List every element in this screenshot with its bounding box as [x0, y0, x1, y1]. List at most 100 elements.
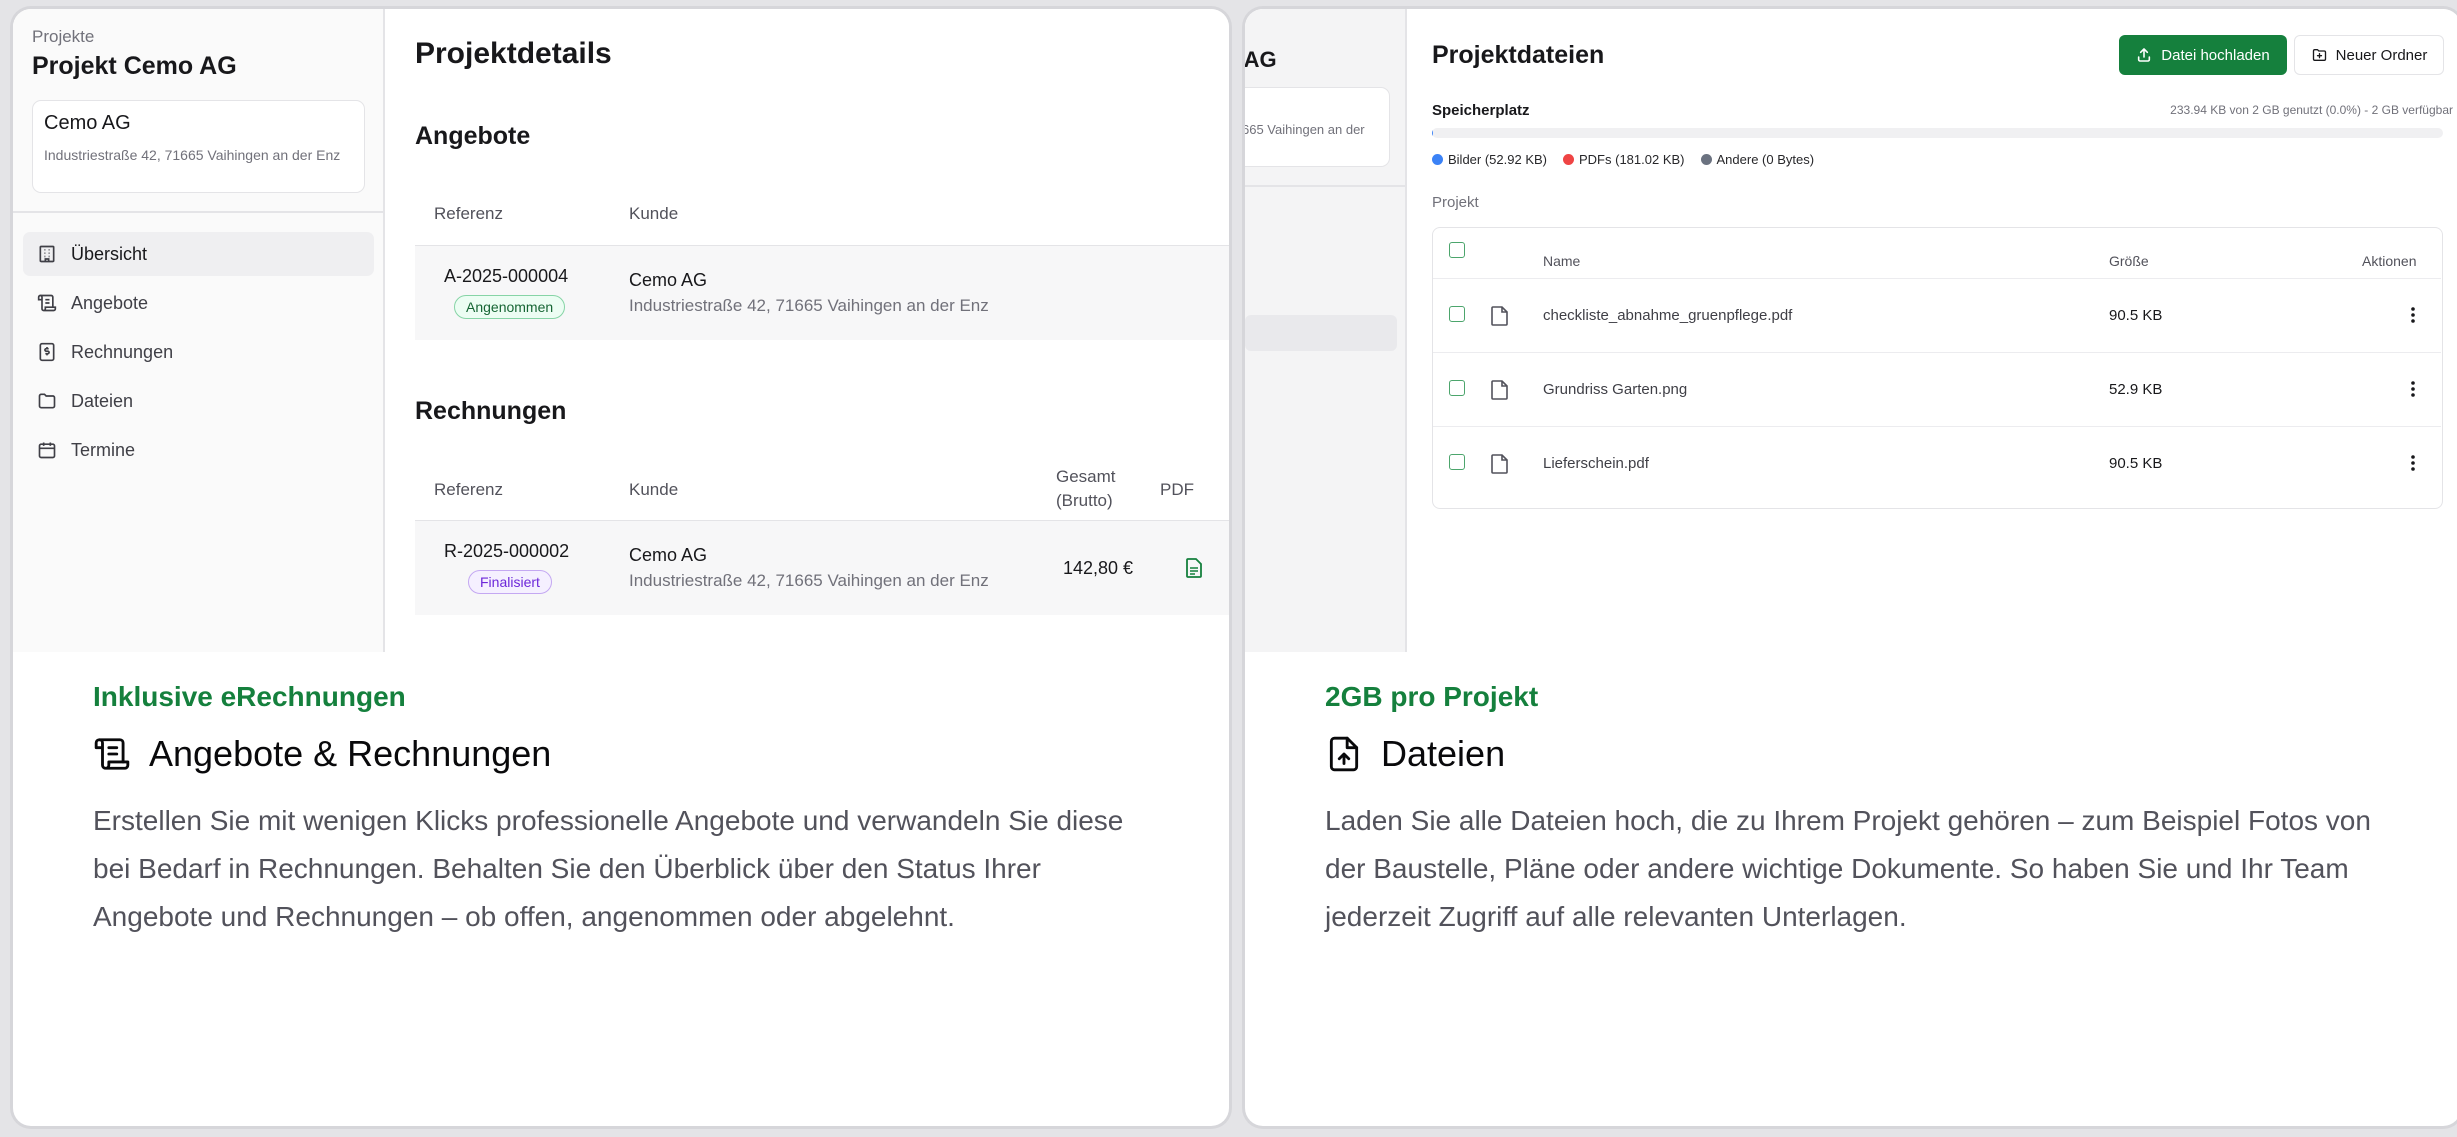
customer-card: Cemo AG Industriestraße 42, 71665 Vaihin…: [32, 100, 365, 193]
sidebar-item-active[interactable]: [1245, 315, 1397, 351]
legend-item-pdfs: PDFs (181.02 KB): [1563, 152, 1685, 167]
upload-icon: [2138, 48, 2151, 62]
column-header-brutto: (Brutto): [1056, 491, 1113, 510]
status-badge: Finalisiert: [468, 570, 552, 594]
file-name[interactable]: checkliste_abnahme_gruenpflege.pdf: [1543, 307, 1792, 324]
project-title-fragment: - AG: [1245, 47, 1277, 72]
folder-plus-icon: [2312, 49, 2326, 61]
feature-description: Erstellen Sie mit wenigen Klicks profess…: [93, 805, 1124, 932]
building-icon: [39, 245, 55, 263]
file-icon: [1491, 380, 1508, 400]
table-row[interactable]: Lieferschein.pdf 90.5 KB: [1433, 426, 2441, 500]
project-sidebar: Projekte Projekt Cemo AG Cemo AG Industr…: [13, 9, 385, 652]
file-icon: [1491, 454, 1508, 474]
legend-label: PDFs (181.02 KB): [1579, 152, 1685, 167]
folder-label: Projekt: [1432, 194, 1479, 211]
customer-address: Industriestraße 42, 71665 Vaihingen an d…: [629, 296, 989, 315]
storage-progress-bar: [1432, 128, 2443, 138]
column-header-gesamt: Gesamt: [1056, 467, 1116, 486]
legend-dot-blue: [1432, 154, 1443, 165]
project-title: Projekt Cemo AG: [32, 52, 237, 80]
scroll-icon: [37, 294, 57, 312]
upload-file-button[interactable]: Datei hochladen: [2119, 35, 2287, 75]
customer-address: Industriestraße 42, 71665 Vaihingen an d…: [44, 147, 341, 163]
feature-description: Laden Sie alle Dateien hoch, die zu Ihre…: [1325, 805, 2371, 932]
column-header-referenz: Referenz: [434, 204, 503, 223]
sidebar-item-label: Übersicht: [71, 243, 148, 264]
app-screenshot-project-details: Projekte Projekt Cemo AG Cemo AG Industr…: [13, 9, 1229, 652]
column-header-kunde: Kunde: [629, 480, 679, 499]
new-folder-button[interactable]: Neuer Ordner: [2294, 35, 2444, 75]
customer-card-fragment: 665 Vaihingen an der: [1245, 87, 1390, 167]
row-checkbox[interactable]: [1449, 454, 1465, 470]
storage-label: Speicherplatz: [1432, 102, 1530, 119]
column-header-name: Name: [1543, 253, 1581, 269]
sidebar-divider: [1245, 185, 1405, 187]
customer-address: Industriestraße 42, 71665 Vaihingen an d…: [629, 571, 989, 590]
sidebar-item-dateien[interactable]: Dateien: [23, 379, 374, 423]
storage-progress-fill: [1432, 128, 1433, 138]
more-vertical-icon[interactable]: [2401, 451, 2425, 475]
offers-heading: Angebote: [415, 122, 531, 150]
breadcrumb[interactable]: Projekte: [32, 27, 94, 47]
page-title: Projektdetails: [415, 37, 612, 70]
legend-item-other: Andere (0 Bytes): [1700, 152, 1815, 167]
sidebar-item-angebote[interactable]: Angebote: [23, 281, 374, 325]
page-title: Projektdateien: [1432, 41, 1605, 69]
storage-usage-info: 233.94 KB von 2 GB genutzt (0.0%) - 2 GB…: [2170, 103, 2453, 117]
pdf-download-icon[interactable]: [1186, 558, 1202, 578]
feature-title: Angebote & Rechnungen: [93, 733, 1153, 775]
legend-item-images: Bilder (52.92 KB): [1432, 152, 1547, 167]
file-size: 90.5 KB: [2109, 307, 2163, 324]
customer-address-fragment: 665 Vaihingen an der: [1245, 122, 1365, 137]
feature-title-text: Dateien: [1381, 733, 1506, 774]
feature-card-offers-invoices: Projekte Projekt Cemo AG Cemo AG Industr…: [13, 9, 1229, 1126]
legend-dot-gray: [1700, 154, 1712, 165]
file-size: 90.5 KB: [2109, 455, 2163, 472]
sidebar-divider: [13, 211, 385, 213]
row-checkbox[interactable]: [1449, 306, 1465, 322]
project-files-main: Projektdateien Datei hochladen Neuer Ord…: [1407, 9, 2457, 652]
column-header-actions: Aktionen: [2362, 253, 2417, 269]
sidebar-item-termine[interactable]: Termine: [23, 428, 374, 472]
sidebar-item-label: Rechnungen: [71, 341, 174, 362]
project-sidebar-partial: - AG 665 Vaihingen an der: [1245, 9, 1407, 652]
file-size: 52.9 KB: [2109, 381, 2163, 398]
file-icon: [1491, 306, 1508, 326]
file-name[interactable]: Grundriss Garten.png: [1543, 381, 1687, 398]
feature-card-files: - AG 665 Vaihingen an der Projektdateien…: [1245, 9, 2457, 1126]
feature-eyebrow: Inklusive eRechnungen: [93, 681, 406, 712]
sidebar-item-label: Angebote: [71, 292, 149, 313]
sidebar-item-label: Termine: [71, 439, 136, 460]
table-row[interactable]: R-2025-000002 Finalisiert Cemo AG Indust…: [415, 521, 1229, 615]
app-screenshot-project-files: - AG 665 Vaihingen an der Projektdateien…: [1245, 9, 2457, 652]
column-header-kunde: Kunde: [629, 204, 679, 223]
table-row[interactable]: Grundriss Garten.png 52.9 KB: [1433, 352, 2441, 426]
calendar-icon: [38, 442, 56, 459]
legend-label: Andere (0 Bytes): [1716, 152, 1815, 167]
legend-label: Bilder (52.92 KB): [1448, 152, 1547, 167]
new-folder-button-label: Neuer Ordner: [2335, 46, 2428, 64]
sidebar-item-rechnungen[interactable]: Rechnungen: [23, 330, 374, 374]
more-vertical-icon[interactable]: [2401, 377, 2425, 401]
offer-reference: A-2025-000004: [444, 266, 569, 286]
customer-name: Cemo AG: [44, 112, 131, 134]
sidebar-item-uebersicht[interactable]: Übersicht: [23, 232, 374, 276]
column-header-size: Größe: [2109, 253, 2149, 269]
table-row[interactable]: checkliste_abnahme_gruenpflege.pdf 90.5 …: [1433, 278, 2441, 352]
project-details-main: Projektdetails Angebote Referenz Kunde A…: [385, 9, 1229, 652]
row-checkbox[interactable]: [1449, 380, 1465, 396]
column-header-referenz: Referenz: [434, 480, 503, 499]
sidebar-item-label: Dateien: [71, 390, 134, 411]
file-upload-icon: [1329, 736, 1359, 772]
status-badge: Angenommen: [454, 295, 566, 319]
column-header-pdf: PDF: [1160, 480, 1194, 499]
feature-title: Dateien: [1325, 733, 2385, 775]
table-row[interactable]: A-2025-000004 Angenommen Cemo AG Industr…: [415, 246, 1229, 340]
feature-title-text: Angebote & Rechnungen: [149, 733, 552, 774]
select-all-checkbox[interactable]: [1449, 242, 1465, 258]
invoice-total: 142,80 €: [1063, 558, 1134, 578]
more-vertical-icon[interactable]: [2401, 303, 2425, 327]
legend-dot-red: [1563, 154, 1574, 165]
file-name[interactable]: Lieferschein.pdf: [1543, 455, 1649, 472]
